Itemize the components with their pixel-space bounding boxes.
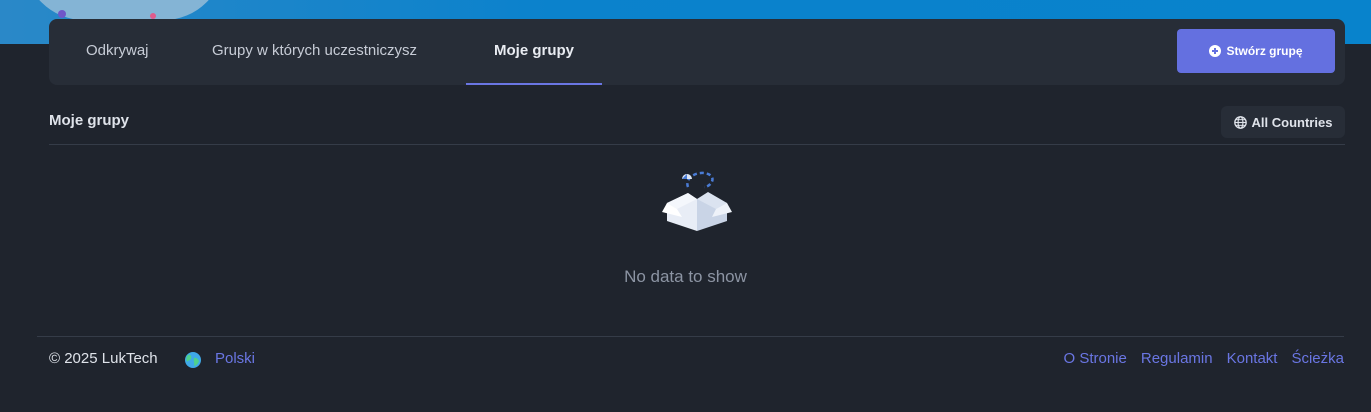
footer-link-contact[interactable]: Kontakt <box>1227 350 1278 367</box>
footer-links: O Stronie Regulamin Kontakt Ścieżka <box>1064 350 1345 367</box>
earth-icon <box>185 352 201 368</box>
country-filter-label: All Countries <box>1251 114 1333 130</box>
tab-my-groups-label: Moje grupy <box>494 42 575 59</box>
tab-discover[interactable]: Odkrywaj <box>86 19 149 85</box>
footer-link-terms[interactable]: Regulamin <box>1141 350 1213 367</box>
create-group-label: Stwórz grupę <box>1226 44 1303 58</box>
country-filter-button[interactable]: All Countries <box>1221 106 1345 138</box>
footer-divider <box>37 336 1344 337</box>
empty-state-message: No data to show <box>624 267 747 286</box>
language-link[interactable]: Polski <box>215 350 255 367</box>
section-divider <box>49 144 1345 145</box>
active-tab-indicator <box>466 83 603 85</box>
section-title: Moje grupy <box>49 112 130 129</box>
globe-icon <box>1233 115 1247 129</box>
hero-decoration <box>58 10 66 18</box>
footer-link-about[interactable]: O Stronie <box>1064 350 1127 367</box>
tab-bar: Odkrywaj Grupy w których uczestniczysz M… <box>49 19 1345 85</box>
create-group-button[interactable]: Stwórz grupę <box>1177 29 1335 73</box>
hero-illustration <box>24 0 224 20</box>
footer-copyright: © 2025 LukTech <box>49 350 158 367</box>
footer-link-path[interactable]: Ścieżka <box>1291 350 1344 367</box>
tab-my-groups[interactable]: Moje grupy <box>466 19 603 85</box>
tab-joined-groups[interactable]: Grupy w których uczestniczysz <box>212 19 417 85</box>
plus-circle-icon <box>1209 45 1222 57</box>
open-box-icon <box>662 171 732 231</box>
